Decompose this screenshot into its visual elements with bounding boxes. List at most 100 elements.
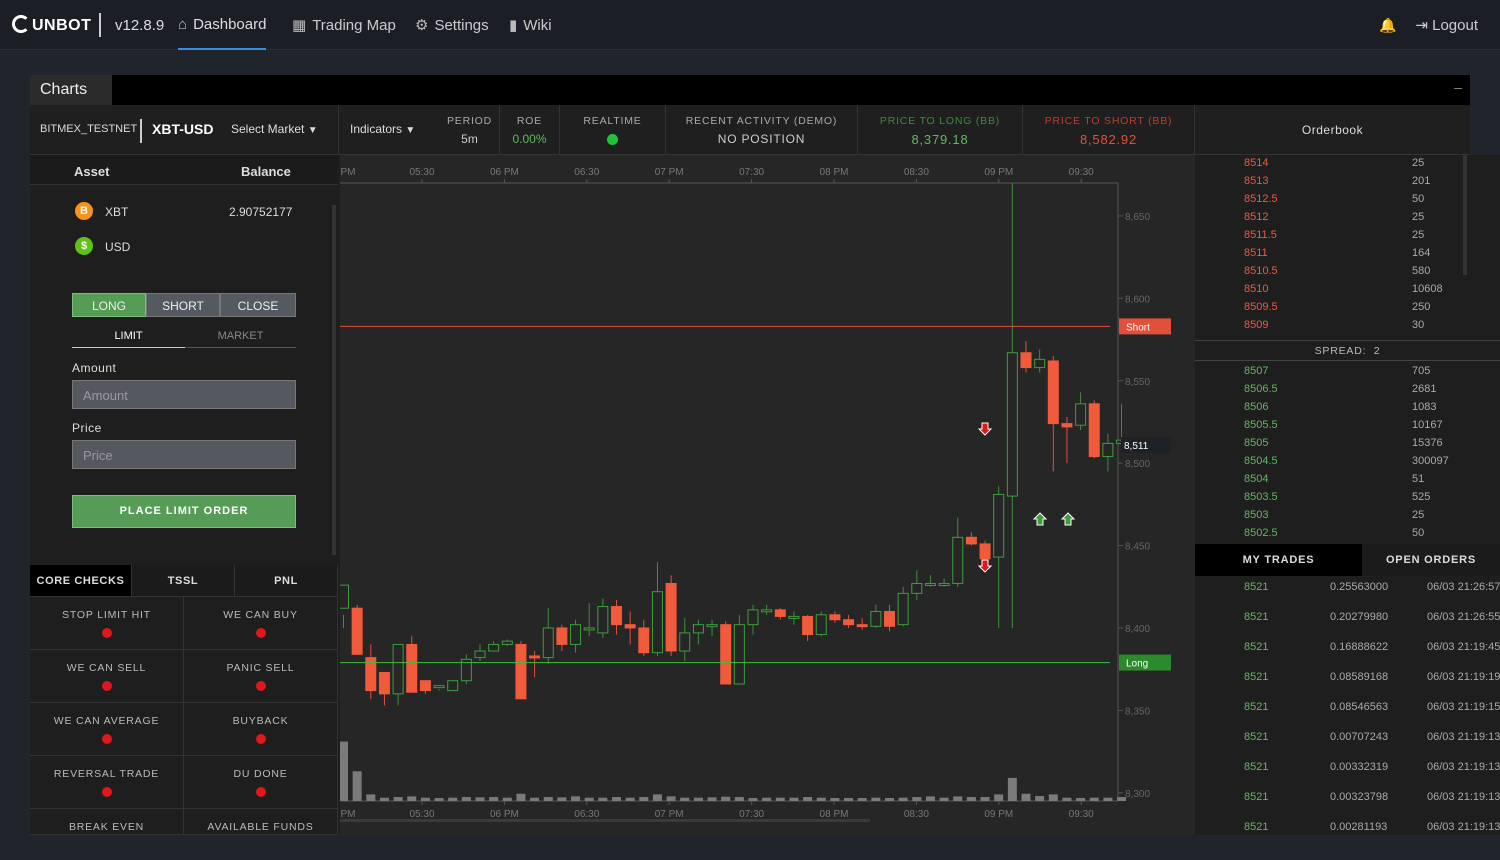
bid-price: 8506.5	[1244, 383, 1278, 395]
logout-button[interactable]: ⇥ Logout	[1415, 16, 1478, 34]
trade-row[interactable]: 8521 0.00323798 06/03 21:19:13	[1195, 791, 1500, 821]
place-limit-order-button[interactable]: PLACE LIMIT ORDER	[72, 495, 296, 528]
roe-value: 0.00%	[512, 132, 547, 146]
check-we-can-sell: WE CAN SELL	[30, 650, 184, 703]
volume-bar	[816, 797, 826, 801]
candle-down	[1047, 360, 1059, 425]
trade-row[interactable]: 8521 0.00332319 06/03 21:19:13	[1195, 761, 1500, 791]
volume-bar	[639, 797, 649, 801]
ask-row[interactable]: 8509 30	[1195, 319, 1475, 337]
bid-row[interactable]: 8505 15376	[1195, 437, 1475, 455]
ask-row[interactable]: 8511 164	[1195, 247, 1475, 265]
ask-row[interactable]: 8512.5 50	[1195, 193, 1475, 211]
volume-bar	[898, 797, 908, 801]
market-tab[interactable]: MARKET	[185, 324, 296, 348]
x-tick-label: 07:30	[739, 809, 764, 820]
trade-row[interactable]: 8521 0.00281193 06/03 21:19:13	[1195, 821, 1500, 851]
trade-date: 06/03 21:19:45	[1427, 641, 1500, 653]
charts-tab[interactable]: Charts	[30, 75, 112, 105]
volume-bar	[420, 797, 430, 801]
volume-bar	[1062, 797, 1072, 801]
price-input[interactable]: Price	[72, 440, 296, 469]
volume-bar	[775, 797, 785, 801]
candle-down	[1088, 403, 1100, 458]
trade-row[interactable]: 8521 0.20279980 06/03 21:26:55	[1195, 611, 1500, 641]
ask-row[interactable]: 8511.5 25	[1195, 229, 1475, 247]
sidebar-scrollbar[interactable]	[332, 205, 336, 555]
check-reversal-trade: REVERSAL TRADE	[30, 756, 184, 809]
check-label: AVAILABLE FUNDS	[207, 821, 314, 833]
volume-bar	[707, 797, 717, 801]
nav-dashboard[interactable]: ⌂ Dashboard	[178, 16, 267, 50]
ask-row[interactable]: 8510 10608	[1195, 283, 1475, 301]
bid-row[interactable]: 8503.5 525	[1195, 491, 1475, 509]
long-tab[interactable]: LONG	[72, 293, 146, 317]
trade-date: 06/03 21:19:13	[1427, 791, 1500, 803]
candle-up	[447, 680, 459, 692]
x-tick-label: 08 PM	[820, 167, 849, 178]
orderbook-title: Orderbook	[1301, 123, 1364, 137]
indicators-dropdown[interactable]: Indicators ▼	[350, 122, 415, 136]
trade-row[interactable]: 8521 0.00707243 06/03 21:19:13	[1195, 731, 1500, 761]
nav-settings[interactable]: ⚙ Settings	[415, 16, 489, 34]
volume-bar	[625, 797, 635, 801]
long-price-label: Long	[1126, 659, 1148, 670]
candle-up	[706, 624, 718, 628]
trade-row[interactable]: 8521 0.25563000 06/03 21:26:57	[1195, 581, 1500, 611]
bid-price: 8503.5	[1244, 491, 1278, 503]
bid-qty: 50	[1412, 527, 1425, 539]
ask-row[interactable]: 8510.5 580	[1195, 265, 1475, 283]
bid-row[interactable]: 8504.5 300097	[1195, 455, 1475, 473]
trade-price: 8521	[1244, 611, 1269, 623]
price-chart[interactable]: PM PM 05:30 05:30 06 PM 06 PM 06:30 06:30 07 PM 0…	[338, 155, 1195, 835]
short-tab[interactable]: SHORT	[146, 293, 220, 317]
bid-row[interactable]: 8506.5 2681	[1195, 383, 1475, 401]
tab-core-checks[interactable]: CORE CHECKS	[30, 565, 132, 597]
balance-xbt: 2.90752177	[229, 205, 293, 219]
check-we-can-average: WE CAN AVERAGE	[30, 703, 184, 756]
trade-row[interactable]: 8521 0.16888622 06/03 21:19:45	[1195, 641, 1500, 671]
realtime-indicator	[607, 134, 618, 145]
ask-row[interactable]: 8514 25	[1195, 157, 1475, 175]
bid-row[interactable]: 8504 51	[1195, 473, 1475, 491]
spread-value: 2	[1373, 345, 1381, 357]
nav-wiki[interactable]: ▮ Wiki	[509, 16, 552, 34]
trade-row[interactable]: 8521 0.08546563 06/03 21:19:15	[1195, 701, 1500, 731]
tab-my-trades[interactable]: MY TRADES	[1195, 544, 1362, 576]
close-tab[interactable]: CLOSE	[220, 293, 296, 317]
nav-dashboard-label: Dashboard	[193, 16, 267, 33]
bid-row[interactable]: 8503 25	[1195, 509, 1475, 527]
ask-row[interactable]: 8509.5 250	[1195, 301, 1475, 319]
nav-trading-map[interactable]: ▦ Trading Map	[292, 16, 396, 34]
candle-down	[611, 606, 622, 626]
ask-row[interactable]: 8512 25	[1195, 211, 1475, 229]
orderbook-scrollbar[interactable]	[1463, 155, 1467, 275]
limit-tab[interactable]: LIMIT	[72, 324, 185, 348]
trade-row[interactable]: 8521 0.08589168 06/03 21:19:19	[1195, 671, 1500, 701]
candle-up	[679, 632, 691, 652]
tab-open-orders[interactable]: OPEN ORDERS	[1362, 544, 1500, 576]
x-tick-label: 05:30	[409, 167, 434, 178]
x-tick-label: 07 PM	[655, 167, 684, 178]
sidebar: Asset Balance B XBT 2.90752177 $ USD LON…	[30, 155, 340, 835]
bid-row[interactable]: 8506 1083	[1195, 401, 1475, 419]
bid-row[interactable]: 8507 705	[1195, 365, 1475, 383]
nav-settings-label: Settings	[434, 17, 489, 34]
select-market-dropdown[interactable]: Select Market ▼	[231, 122, 318, 136]
gunbot-logo[interactable]: UNBOT	[12, 15, 91, 35]
tab-pnl[interactable]: PNL	[235, 565, 338, 597]
bid-qty: 1083	[1412, 401, 1437, 413]
check-available-funds: AVAILABLE FUNDS	[184, 809, 338, 835]
bid-row[interactable]: 8502.5 50	[1195, 527, 1475, 545]
amount-input[interactable]: Amount	[72, 380, 296, 409]
volume-bar	[1103, 797, 1113, 801]
bell-icon[interactable]: 🔔	[1379, 17, 1396, 34]
bid-row[interactable]: 8505.5 10167	[1195, 419, 1475, 437]
tab-tssl[interactable]: TSSL	[132, 565, 235, 597]
period-stat: PERIOD 5m	[440, 105, 500, 155]
candle-down	[774, 609, 786, 617]
minimize-button[interactable]: –	[1454, 79, 1462, 95]
ask-row[interactable]: 8513 201	[1195, 175, 1475, 193]
candlestick-chart-svg[interactable]: PM PM 05:30 05:30 06 PM 06 PM 06:30 06:30 07 PM 0…	[338, 155, 1195, 835]
candle-down	[665, 582, 677, 652]
